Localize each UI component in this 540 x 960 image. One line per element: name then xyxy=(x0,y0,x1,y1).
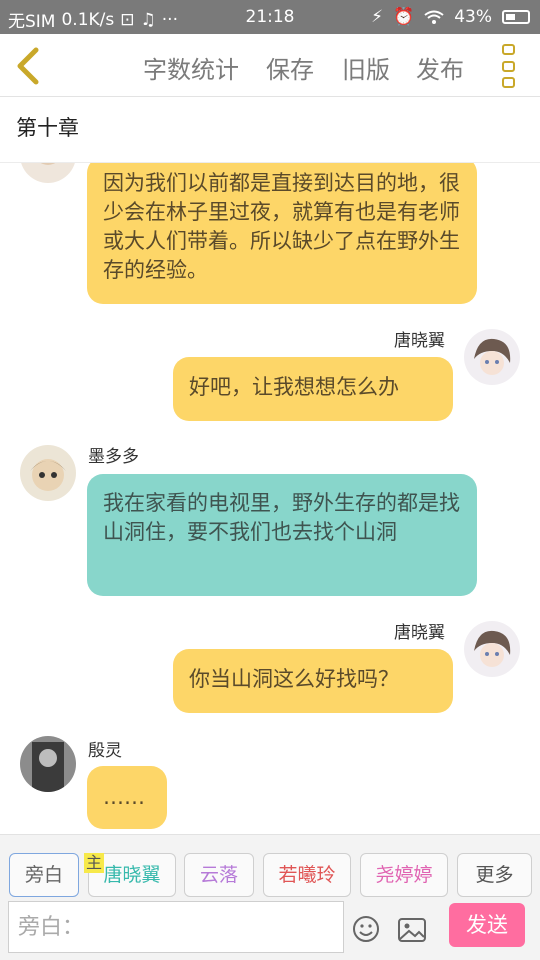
tab-narration[interactable]: 旁白 xyxy=(9,853,79,897)
message-bubble[interactable]: 好吧，让我想想怎么办 xyxy=(173,357,453,421)
status-bar: 无SIM 0.1K/s ⊡ ♫ ··· 21:18 ⚡ ⏰ 43% xyxy=(0,0,540,34)
tab-yaotingting[interactable]: 尧婷婷 xyxy=(360,853,448,897)
message-text: 好吧，让我想想怎么办 xyxy=(189,375,399,399)
message-text: …… xyxy=(103,785,145,809)
avatar[interactable] xyxy=(20,445,76,501)
speaker-name: 殷灵 xyxy=(88,741,122,761)
battery-percent: 43% xyxy=(454,7,492,27)
old-version-button[interactable]: 旧版 xyxy=(342,50,390,85)
speaker-name: 墨多多 xyxy=(88,447,139,467)
main-character-badge: 主 xyxy=(84,853,105,873)
back-chevron-icon[interactable] xyxy=(12,46,44,86)
avatar[interactable] xyxy=(20,163,76,183)
chapter-header[interactable]: 第十章 xyxy=(0,97,540,163)
battery-icon xyxy=(502,10,530,24)
wifi-icon xyxy=(424,10,444,24)
avatar[interactable] xyxy=(20,736,76,792)
send-button[interactable]: 发送 xyxy=(449,903,525,947)
publish-button[interactable]: 发布 xyxy=(416,50,464,85)
more-icon[interactable] xyxy=(502,44,518,88)
message-text: 你当山洞这么好找吗？ xyxy=(189,667,399,691)
alarm-icon: ⏰ xyxy=(393,7,415,27)
word-count-button[interactable]: 字数统计 xyxy=(143,50,239,85)
message-text: 因为我们以前都是直接到达目的地，很少会在林子里过夜，就算有也是有老师或大人们带着… xyxy=(103,171,460,282)
speaker-name: 唐晓翼 xyxy=(394,623,445,643)
app-bar: 字数统计 保存 旧版 发布 xyxy=(0,34,540,97)
tab-more[interactable]: 更多 xyxy=(457,853,532,897)
charging-icon: ⚡ xyxy=(371,7,384,27)
tab-ruoxiling[interactable]: 若曦玲 xyxy=(263,853,351,897)
message-list[interactable]: 因为我们以前都是直接到达目的地，很少会在林子里过夜，就算有也是有老师或大人们带着… xyxy=(0,163,540,834)
message-bubble[interactable]: …… xyxy=(87,766,167,829)
message-bubble[interactable]: 我在家看的电视里，野外生存的都是找山洞住，要不我们也去找个山洞 xyxy=(87,474,477,596)
speaker-name: 唐晓翼 xyxy=(394,331,445,351)
image-icon[interactable] xyxy=(397,917,427,943)
avatar[interactable] xyxy=(464,621,520,677)
message-bubble[interactable]: 你当山洞这么好找吗？ xyxy=(173,649,453,713)
composer-panel: 旁白 唐晓翼 主 云落 若曦玲 尧婷婷 更多 发送 xyxy=(0,834,540,960)
status-right: ⚡ ⏰ 43% xyxy=(371,7,530,27)
avatar[interactable] xyxy=(464,329,520,385)
message-bubble[interactable]: 因为我们以前都是直接到达目的地，很少会在林子里过夜，就算有也是有老师或大人们带着… xyxy=(87,163,477,304)
tab-yunluo[interactable]: 云落 xyxy=(184,853,254,897)
message-text: 我在家看的电视里，野外生存的都是找山洞住，要不我们也去找个山洞 xyxy=(103,491,460,544)
chapter-title: 第十章 xyxy=(16,116,79,140)
message-input[interactable] xyxy=(8,901,344,953)
save-button[interactable]: 保存 xyxy=(266,50,314,85)
emoji-icon[interactable] xyxy=(352,915,380,943)
